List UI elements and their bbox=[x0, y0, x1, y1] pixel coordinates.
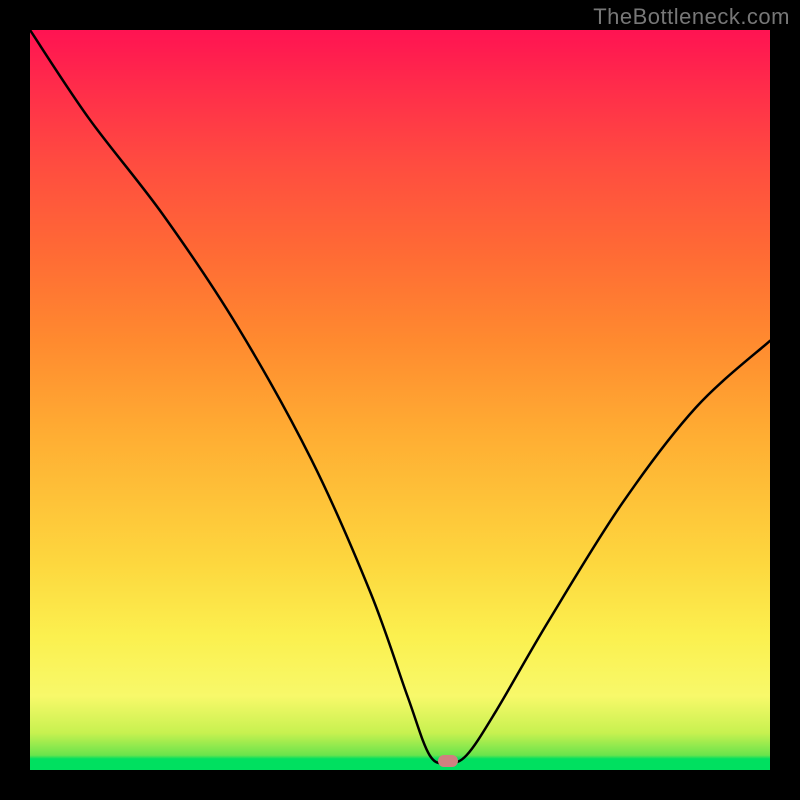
watermark-text: TheBottleneck.com bbox=[593, 4, 790, 30]
chart-frame: TheBottleneck.com bbox=[0, 0, 800, 800]
optimal-marker bbox=[438, 755, 458, 767]
bottleneck-curve bbox=[30, 30, 770, 770]
plot-area bbox=[30, 30, 770, 770]
